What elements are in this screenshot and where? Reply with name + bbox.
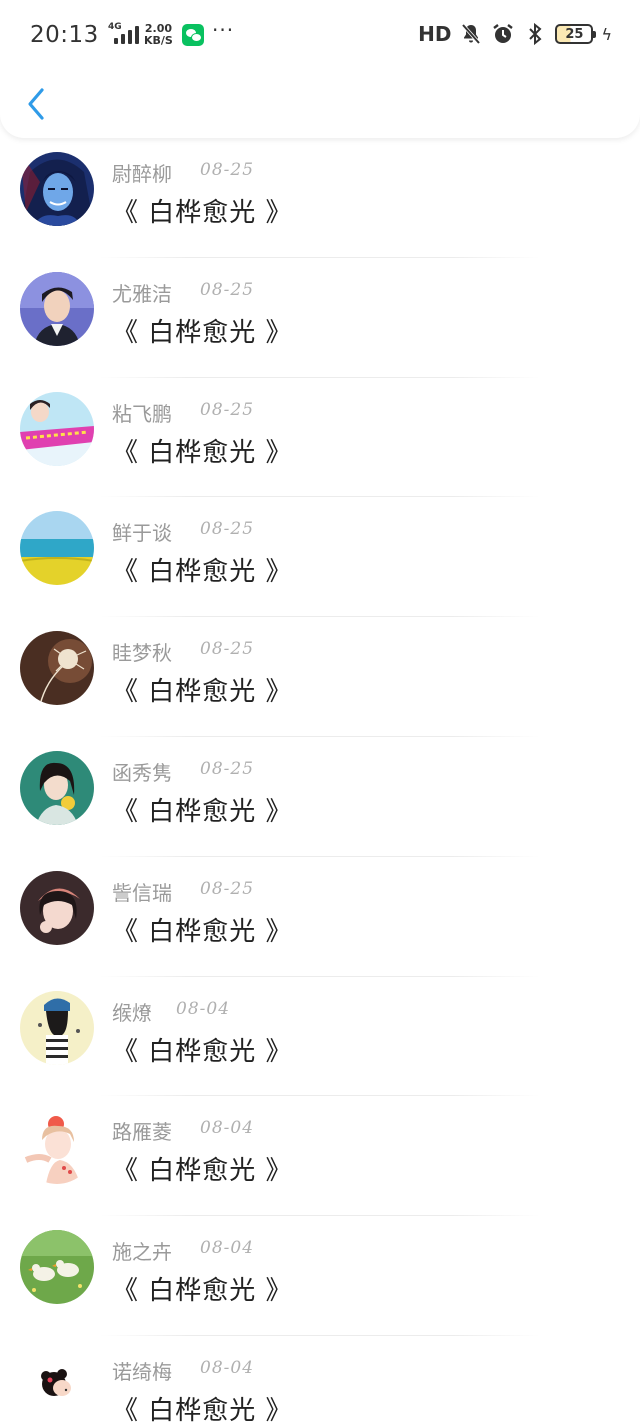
comment-title: 《 白桦愈光 》 [112,198,293,228]
avatar[interactable] [20,870,94,945]
back-button[interactable] [18,82,54,126]
hd-indicator: HD [418,22,452,46]
list-item[interactable]: 訾信瑞 08-25 《 白桦愈光 》 [0,857,640,977]
comment-title: 《 白桦愈光 》 [112,557,293,588]
list-item[interactable]: 鲜于谈 08-25 《 白桦愈光 》 [0,497,640,618]
speed-unit: KB/S [144,34,173,47]
comment-date: 08-25 [200,279,255,300]
comment-date: 08-25 [200,878,255,899]
comment-date: 08-25 [200,758,255,779]
avatar[interactable] [20,511,94,586]
comment-date: 08-04 [200,1118,255,1139]
comment-title: 《 白桦愈光 》 [112,677,293,708]
list-item[interactable]: 粘飞鹏 08-25 《 白桦愈光 》 [0,378,640,498]
status-bar: 20:13 4G 2.00 KB/S ··· HD 25 ϟ [0,0,640,72]
commenter-name: 眭梦秋 [112,641,172,666]
alarm-icon [493,24,514,43]
comment-title: 《 白桦愈光 》 [112,1395,293,1422]
app-header: 20:13 4G 2.00 KB/S ··· HD 25 ϟ [0,0,640,138]
commenter-name: 訾信瑞 [112,880,172,905]
list-item[interactable]: 施之卉 08-04 《 白桦愈光 》 [0,1216,640,1336]
avatar[interactable] [20,152,94,226]
battery-icon: 25 [555,24,597,44]
comment-date: 08-25 [200,519,255,540]
status-time: 20:13 [30,22,99,48]
commenter-name: 尤雅洁 [112,281,172,306]
list-item[interactable]: 尉醉柳 08-25 《 白桦愈光 》 [0,138,640,258]
comment-date: 08-04 [200,1238,255,1259]
wechat-notification-icon [182,24,204,46]
signal-icon: 4G [108,22,139,44]
avatar[interactable] [20,750,94,825]
list-item[interactable]: 缑燎 08-04 《 白桦愈光 》 [0,977,640,1097]
mute-bell-icon [462,23,481,45]
commenter-name: 路雁菱 [112,1120,172,1145]
commenter-name: 函秀隽 [112,760,172,785]
list-item[interactable]: 尤雅洁 08-25 《 白桦愈光 》 [0,258,640,378]
list-item[interactable]: 函秀隽 08-25 《 白桦愈光 》 [0,737,640,857]
comment-title: 《 白桦愈光 》 [112,1036,293,1067]
commenter-name: 施之卉 [112,1240,172,1265]
avatar[interactable] [20,391,94,466]
list-item[interactable]: 路雁菱 08-04 《 白桦愈光 》 [0,1096,640,1217]
avatar[interactable] [20,1110,94,1185]
list-item[interactable]: 眭梦秋 08-25 《 白桦愈光 》 [0,617,640,737]
commenter-name: 尉醉柳 [112,162,172,186]
comment-date: 08-25 [200,639,255,660]
avatar[interactable] [20,271,94,346]
network-speed: 2.00 KB/S [144,23,173,47]
chevron-left-icon [28,88,44,120]
comment-title: 《 白桦愈光 》 [112,1156,293,1187]
list-item[interactable]: 诺绮梅 08-04 《 白桦愈光 》 [0,1336,640,1422]
comment-list: 尉醉柳 08-25 《 白桦愈光 》 尤雅洁 08-25 《 白桦愈光 》 粘飞… [0,138,640,1422]
comment-date: 08-25 [200,160,255,180]
avatar[interactable] [20,1349,94,1422]
charging-icon: ϟ [601,24,612,44]
avatar[interactable] [20,631,94,706]
commenter-name: 诺绮梅 [112,1359,172,1384]
comment-title: 《 白桦愈光 》 [112,916,293,947]
comment-title: 《 白桦愈光 》 [112,437,293,468]
more-notifications-icon: ··· [212,18,235,42]
bluetooth-icon [529,22,542,46]
comment-date: 08-25 [200,399,255,420]
comment-title: 《 白桦愈光 》 [112,796,293,827]
avatar[interactable] [20,1230,94,1305]
commenter-name: 缑燎 [112,1000,152,1025]
comment-title: 《 白桦愈光 》 [112,1276,293,1307]
network-type: 4G [108,22,122,32]
comment-date: 08-04 [200,1357,255,1378]
avatar[interactable] [20,990,94,1065]
commenter-name: 鲜于谈 [112,521,172,546]
commenter-name: 粘飞鹏 [112,401,172,426]
battery-level: 25 [565,26,584,42]
comment-date: 08-04 [176,998,231,1019]
comment-title: 《 白桦愈光 》 [112,317,293,348]
